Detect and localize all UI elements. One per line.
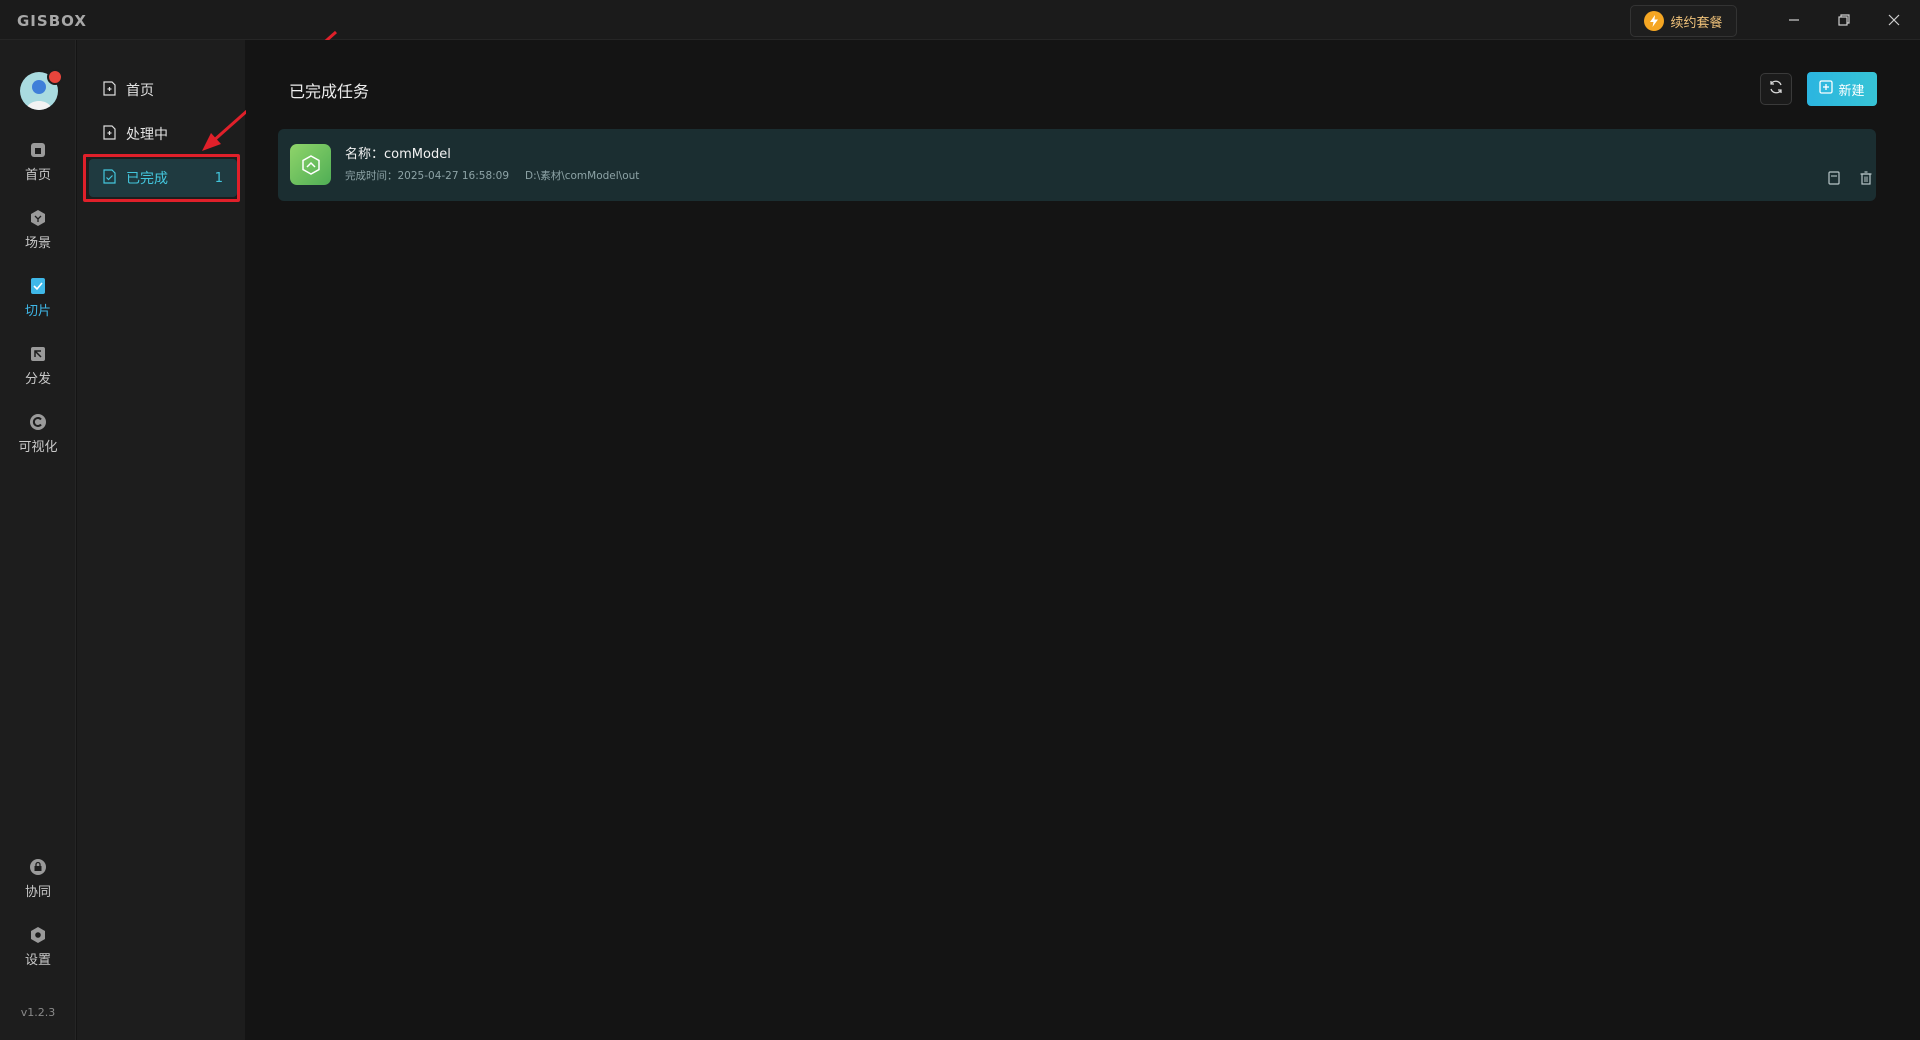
app-version: v1.2.3 bbox=[20, 1006, 56, 1019]
document-icon bbox=[1828, 170, 1840, 189]
visualize-icon bbox=[28, 412, 48, 432]
slice-icon bbox=[28, 276, 48, 296]
highlight-box bbox=[83, 154, 240, 202]
minimize-icon bbox=[1788, 11, 1800, 30]
rail-item-visualize[interactable]: 可视化 bbox=[0, 412, 76, 472]
rail-item-label: 场景 bbox=[24, 236, 51, 251]
notification-badge bbox=[47, 69, 63, 85]
close-button[interactable] bbox=[1880, 8, 1908, 32]
document-icon bbox=[103, 80, 116, 100]
refresh-icon bbox=[1768, 79, 1784, 99]
task-name: comModel bbox=[384, 147, 451, 162]
rail-item-label: 分发 bbox=[24, 372, 51, 387]
rail-item-scene[interactable]: 场景 bbox=[0, 208, 76, 268]
new-task-label: 新建 bbox=[1838, 83, 1865, 99]
completion-time: 完成时间：2025-04-27 16:58:09 bbox=[345, 168, 509, 183]
subnav-item-label: 处理中 bbox=[126, 127, 168, 143]
restore-icon bbox=[1838, 11, 1850, 30]
rail-item-slice[interactable]: 切片 bbox=[0, 276, 76, 336]
task-meta: 完成时间：2025-04-27 16:58:09 D:\素材\comModel\… bbox=[345, 168, 639, 183]
app-logo: GISBOX bbox=[17, 12, 87, 30]
distribute-icon bbox=[28, 344, 48, 364]
rail-item-home[interactable]: 首页 bbox=[0, 140, 76, 200]
rail-item-label: 首页 bbox=[24, 168, 51, 183]
gear-icon bbox=[28, 925, 48, 945]
renew-plan-button[interactable]: 续约套餐 bbox=[1630, 5, 1737, 37]
main-content: 已完成任务 新建 名称：comModel 完成时间：2025-04-27 16:… bbox=[246, 40, 1920, 1040]
cube-icon bbox=[28, 208, 48, 228]
close-icon bbox=[1888, 11, 1900, 30]
title-bar: GISBOX 续约套餐 bbox=[0, 0, 1920, 40]
main-sidebar: 首页 场景 切片 分发 可视化 协同 设置 v1.2.3 bbox=[0, 40, 76, 1040]
add-icon bbox=[1819, 80, 1834, 98]
output-path: D:\素材\comModel\out bbox=[525, 170, 640, 182]
refresh-button[interactable] bbox=[1760, 73, 1792, 105]
home-icon bbox=[28, 140, 48, 160]
trash-icon bbox=[1860, 170, 1872, 189]
task-card[interactable]: 名称：comModel 完成时间：2025-04-27 16:58:09 D:\… bbox=[278, 129, 1876, 201]
rail-item-collaborate[interactable]: 协同 bbox=[0, 857, 76, 917]
subnav-item-label: 首页 bbox=[126, 83, 154, 99]
minimize-button[interactable] bbox=[1780, 8, 1808, 32]
rail-item-label: 协同 bbox=[24, 885, 51, 900]
rail-item-label: 可视化 bbox=[18, 440, 58, 455]
document-icon bbox=[103, 124, 116, 144]
restore-button[interactable] bbox=[1830, 8, 1858, 32]
rail-item-distribute[interactable]: 分发 bbox=[0, 344, 76, 404]
rail-item-label: 设置 bbox=[24, 953, 51, 968]
renew-plan-label: 续约套餐 bbox=[1670, 15, 1723, 31]
rail-item-label: 切片 bbox=[24, 304, 51, 319]
delete-button[interactable] bbox=[1858, 170, 1874, 189]
lock-icon bbox=[28, 857, 48, 877]
lightning-icon bbox=[1644, 11, 1665, 31]
subnav-item-processing[interactable]: 处理中 bbox=[89, 115, 237, 153]
task-name-label: 名称： bbox=[345, 147, 385, 162]
task-name-row: 名称：comModel bbox=[345, 143, 451, 162]
model-icon bbox=[290, 144, 331, 185]
new-task-button[interactable]: 新建 bbox=[1807, 72, 1877, 106]
completion-time-value: 2025-04-27 16:58:09 bbox=[397, 170, 510, 182]
rail-item-settings[interactable]: 设置 bbox=[0, 925, 76, 985]
page-title: 已完成任务 bbox=[289, 82, 370, 101]
view-log-button[interactable] bbox=[1826, 170, 1842, 189]
completion-time-label: 完成时间： bbox=[345, 170, 398, 182]
subnav-item-home[interactable]: 首页 bbox=[89, 71, 237, 109]
